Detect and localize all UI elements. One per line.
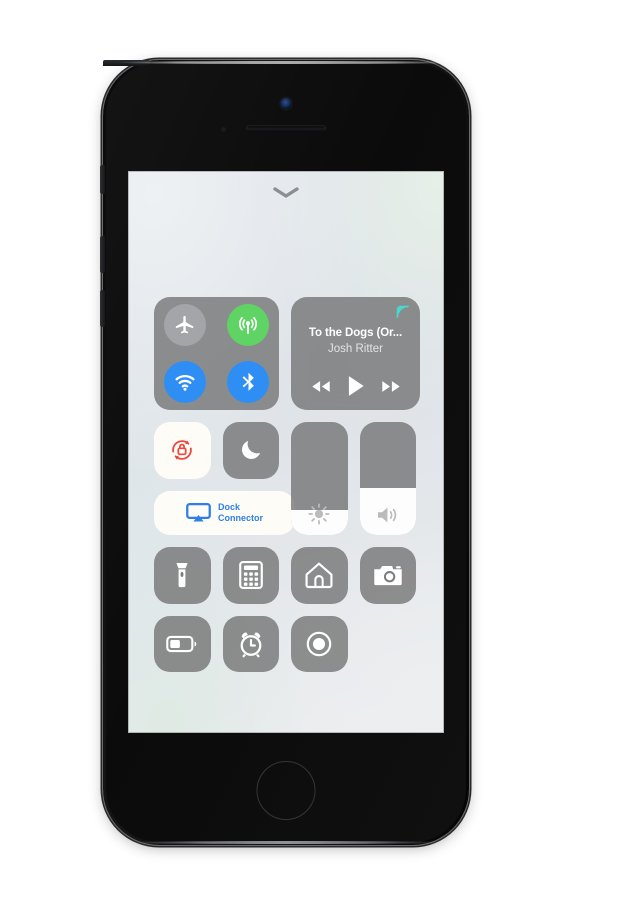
volume-up-button[interactable] xyxy=(100,236,105,273)
page-root: To the Dogs (Or... Josh Ritter Dock Conn… xyxy=(0,0,620,924)
camera-button[interactable] xyxy=(359,547,416,604)
playback-controls xyxy=(291,374,420,398)
control-center-row-4 xyxy=(154,615,420,672)
fast-forward-icon[interactable] xyxy=(380,379,402,394)
dock-label-line1: Dock xyxy=(218,501,241,512)
calculator-button[interactable] xyxy=(222,547,279,604)
toggles-row xyxy=(154,422,279,479)
toggles-stack: Dock Connector xyxy=(154,422,295,535)
screen-mirroring-toggle[interactable]: Dock Connector xyxy=(154,490,295,535)
brightness-icon xyxy=(291,502,348,526)
play-icon[interactable] xyxy=(345,374,367,398)
now-playing-artist: Josh Ritter xyxy=(328,343,383,355)
screen-recording-button[interactable] xyxy=(291,615,348,672)
rotation-lock-toggle[interactable] xyxy=(154,422,211,479)
control-center-row-2: Dock Connector xyxy=(154,422,420,535)
bezel-highlight-bottom xyxy=(127,841,445,844)
home-button[interactable] xyxy=(256,761,316,820)
chevron-down-icon[interactable] xyxy=(271,185,301,199)
control-center-row-3 xyxy=(154,547,420,604)
front-camera-icon xyxy=(280,98,292,109)
bezel-highlight-top xyxy=(115,61,457,64)
volume-icon xyxy=(360,504,417,526)
control-center-row-1: To the Dogs (Or... Josh Ritter xyxy=(154,297,420,410)
alarm-button[interactable] xyxy=(222,615,279,672)
rewind-icon[interactable] xyxy=(310,379,332,394)
phone-screen: To the Dogs (Or... Josh Ritter Dock Conn… xyxy=(128,171,444,733)
now-playing-title: To the Dogs (Or... xyxy=(308,327,403,339)
connectivity-panel xyxy=(154,297,279,410)
iphone-device: To the Dogs (Or... Josh Ritter Dock Conn… xyxy=(100,60,469,845)
proximity-sensor-icon xyxy=(221,127,226,132)
bluetooth-toggle[interactable] xyxy=(226,360,269,403)
airplay-mirroring-icon xyxy=(186,502,211,523)
brightness-slider[interactable] xyxy=(291,422,348,535)
earpiece-speaker xyxy=(246,125,326,132)
cellular-data-toggle[interactable] xyxy=(226,304,269,347)
now-playing-panel: To the Dogs (Or... Josh Ritter xyxy=(291,297,420,410)
flashlight-button[interactable] xyxy=(154,547,211,604)
screen-mirroring-label: Dock Connector xyxy=(218,502,263,524)
do-not-disturb-toggle[interactable] xyxy=(222,422,279,479)
airplay-waves-icon[interactable] xyxy=(394,303,411,320)
home-button-tile[interactable] xyxy=(291,547,348,604)
dock-label-line2: Connector xyxy=(218,512,263,523)
mute-switch[interactable] xyxy=(100,165,105,194)
control-center: To the Dogs (Or... Josh Ritter Dock Conn… xyxy=(154,297,420,672)
volume-slider[interactable] xyxy=(359,422,417,535)
low-power-mode-button[interactable] xyxy=(154,615,211,672)
airplane-mode-toggle[interactable] xyxy=(164,304,207,347)
wifi-toggle[interactable] xyxy=(164,360,207,403)
volume-down-button[interactable] xyxy=(100,290,105,327)
